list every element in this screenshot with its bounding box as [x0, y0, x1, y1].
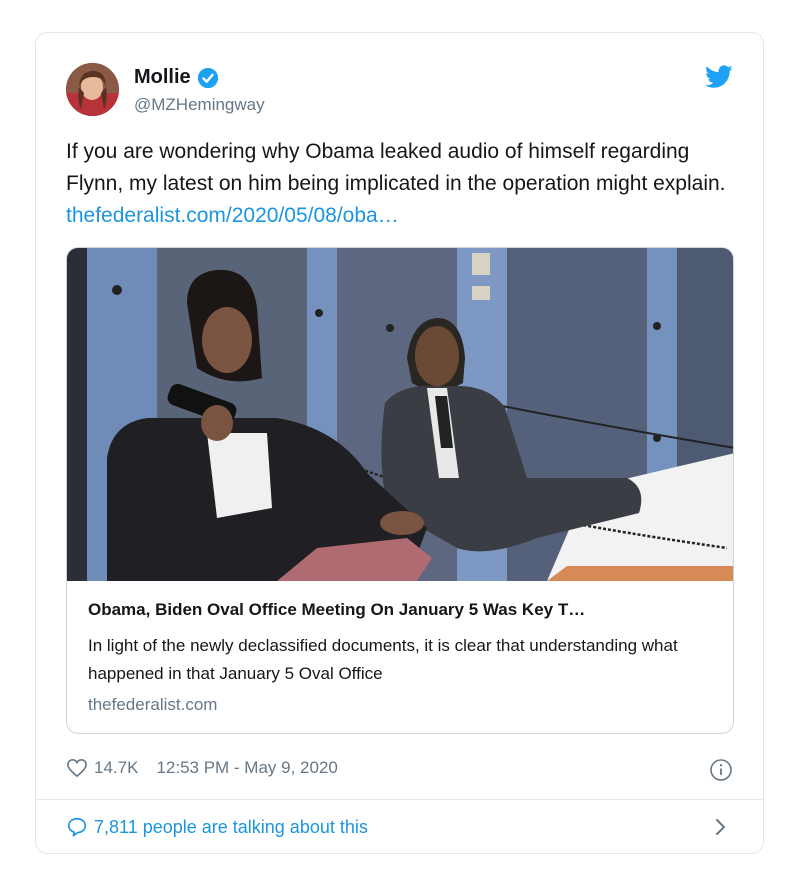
talking-count[interactable]: 7,811 people are talking about this	[94, 817, 368, 838]
avatar-image	[66, 63, 119, 116]
avatar[interactable]	[66, 63, 119, 116]
speech-bubble-icon	[67, 817, 87, 837]
article-photo	[67, 248, 733, 581]
tweet-body: If you are wondering why Obama leaked au…	[66, 140, 726, 195]
chevron-right-icon[interactable]	[714, 816, 728, 838]
display-name[interactable]: Mollie	[134, 66, 191, 89]
divider	[36, 799, 763, 800]
tweet-card: Mollie @MZHemingway If you are wondering…	[35, 32, 764, 854]
tweet-meta: 14.7K 12:53 PM - May 9, 2020	[66, 758, 338, 778]
twitter-bird-icon[interactable]	[705, 65, 733, 89]
card-description: In light of the newly declassified docum…	[88, 636, 678, 683]
card-domain: thefederalist.com	[88, 695, 218, 714]
like-count[interactable]: 14.7K	[94, 758, 138, 778]
heart-icon[interactable]	[66, 758, 88, 778]
timestamp[interactable]: 12:53 PM - May 9, 2020	[156, 758, 337, 778]
verified-badge-icon	[197, 67, 218, 88]
link-preview-card[interactable]: Obama, Biden Oval Office Meeting On Janu…	[66, 247, 734, 734]
tweet-link[interactable]: thefederalist.com/2020/05/08/oba…	[66, 204, 399, 227]
conversation-link[interactable]: 7,811 people are talking about this	[66, 816, 368, 838]
card-title[interactable]: Obama, Biden Oval Office Meeting On Janu…	[88, 600, 718, 620]
author-name-row[interactable]: Mollie	[134, 66, 219, 89]
handle[interactable]: @MZHemingway	[134, 95, 265, 115]
tweet-text: If you are wondering why Obama leaked au…	[66, 136, 736, 232]
info-icon[interactable]	[709, 758, 733, 782]
